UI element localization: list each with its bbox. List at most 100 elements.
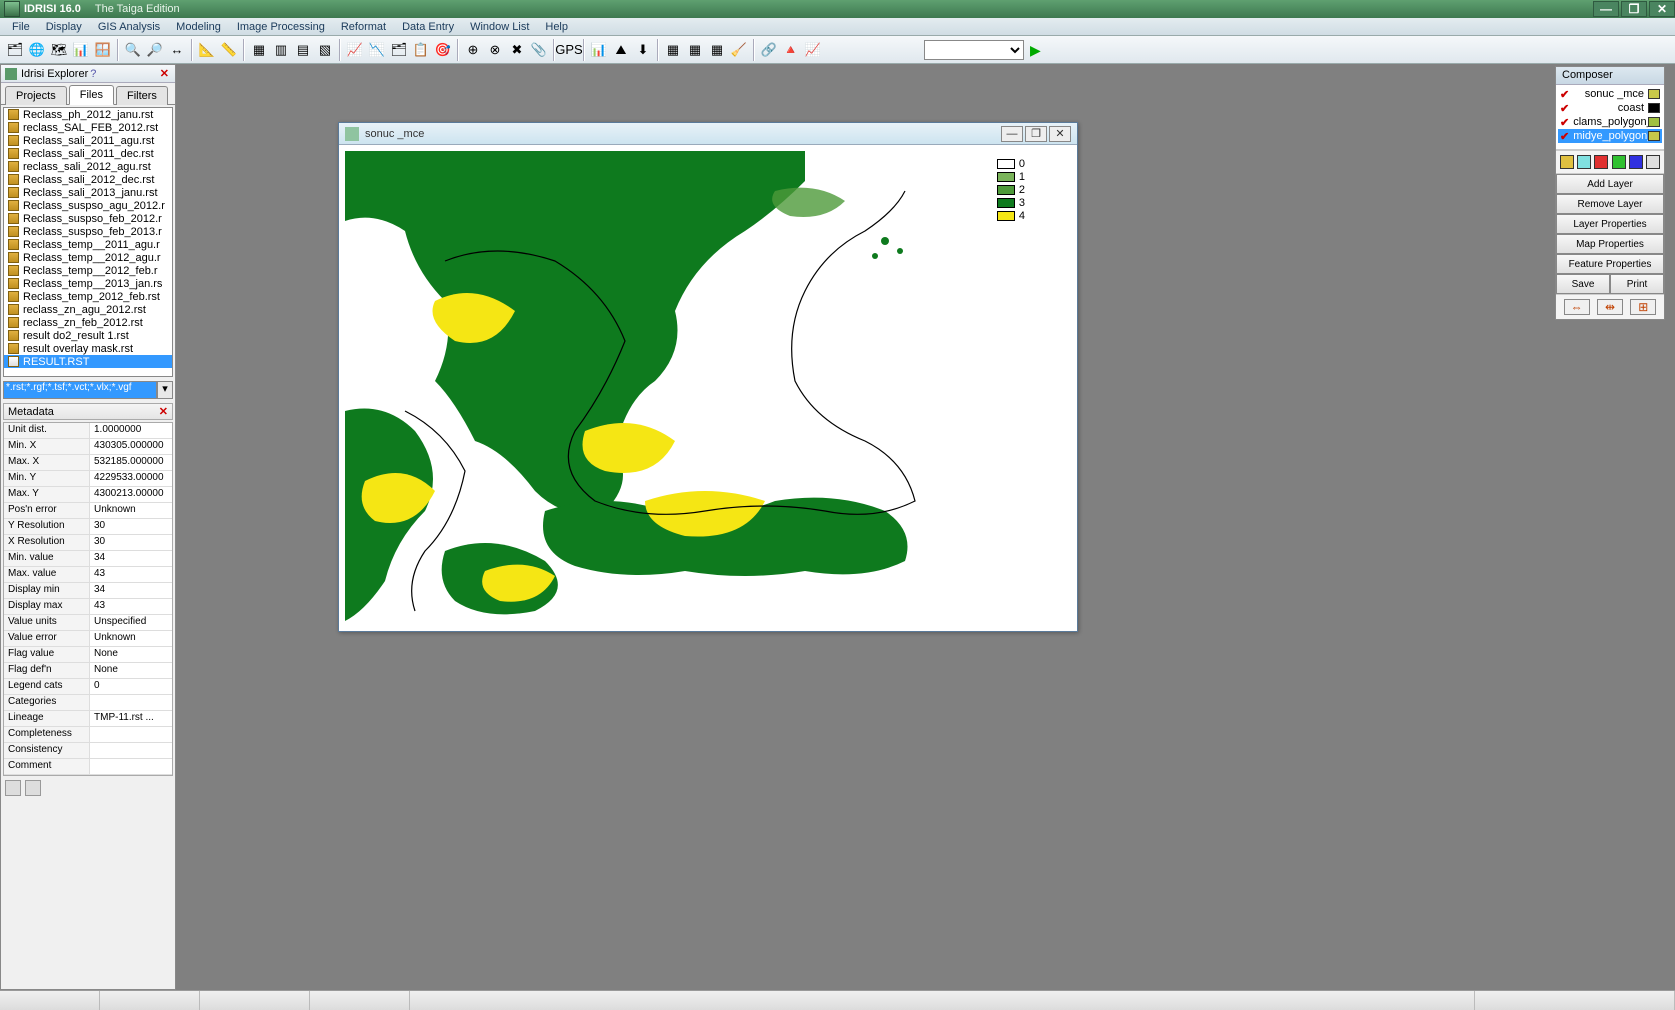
file-item[interactable]: RESULT.RST [4, 355, 172, 368]
layer-swatch[interactable] [1648, 131, 1660, 141]
toolbar-button-8[interactable]: ↔ [166, 39, 188, 61]
feature-properties-button[interactable]: Feature Properties [1556, 254, 1664, 274]
file-filter-dropdown-icon[interactable]: ▾ [157, 381, 173, 399]
layer-row[interactable]: ✔clams_polygon_utm [1558, 115, 1662, 129]
toolbar-button-0[interactable]: 🗂 [4, 39, 26, 61]
toolbar-button-25[interactable]: ⊗ [484, 39, 506, 61]
menu-gis-analysis[interactable]: GIS Analysis [90, 19, 168, 35]
file-item[interactable]: Reclass_ph_2012_janu.rst [4, 108, 172, 121]
toolbar-button-13[interactable]: ▦ [248, 39, 270, 61]
toolbar-button-32[interactable]: ⛰ [610, 39, 632, 61]
composer-arrow-right[interactable]: ⊞ [1630, 299, 1656, 315]
file-item[interactable]: Reclass_suspso_feb_2012.r [4, 212, 172, 225]
file-item[interactable]: Reclass_temp__2012_agu.r [4, 251, 172, 264]
palette-swatch-3[interactable] [1612, 155, 1626, 169]
file-filter-combo[interactable]: *.rst;*.rgf;*.tsf;*.vct;*.vlx;*.vgf [3, 381, 157, 399]
menu-file[interactable]: File [4, 19, 38, 35]
layer-check-icon[interactable]: ✔ [1560, 88, 1569, 101]
toolbar-button-33[interactable]: ⬇ [632, 39, 654, 61]
metadata-close-icon[interactable]: ✕ [159, 405, 168, 418]
palette-swatch-0[interactable] [1560, 155, 1574, 169]
file-item[interactable]: result do2_result 1.rst [4, 329, 172, 342]
menu-reformat[interactable]: Reformat [333, 19, 394, 35]
toolbar-button-36[interactable]: ▦ [684, 39, 706, 61]
menu-data-entry[interactable]: Data Entry [394, 19, 462, 35]
file-item[interactable]: Reclass_temp__2013_jan.rs [4, 277, 172, 290]
file-item[interactable]: reclass_zn_agu_2012.rst [4, 303, 172, 316]
file-item[interactable]: Reclass_temp_2012_feb.rst [4, 290, 172, 303]
map-close-button[interactable]: ✕ [1049, 126, 1071, 142]
toolbar-button-40[interactable]: 🔗 [758, 39, 780, 61]
toolbar-button-38[interactable]: 🧹 [728, 39, 750, 61]
toolbar-play-icon[interactable]: ▶ [1030, 42, 1046, 58]
file-item[interactable]: reclass_zn_feb_2012.rst [4, 316, 172, 329]
layer-swatch[interactable] [1648, 103, 1660, 113]
toolbar-button-15[interactable]: ▤ [292, 39, 314, 61]
toolbar-button-42[interactable]: 📈 [802, 39, 824, 61]
toolbar-button-19[interactable]: 📉 [366, 39, 388, 61]
file-item[interactable]: Reclass_suspso_feb_2013.r [4, 225, 172, 238]
layer-row[interactable]: ✔coast [1558, 101, 1662, 115]
menu-window-list[interactable]: Window List [462, 19, 537, 35]
explorer-help-icon[interactable]: ? [88, 68, 98, 80]
layer-row[interactable]: ✔sonuc _mce [1558, 87, 1662, 101]
file-item[interactable]: Reclass_sali_2013_janu.rst [4, 186, 172, 199]
tab-filters[interactable]: Filters [116, 86, 168, 105]
toolbar-button-18[interactable]: 📈 [344, 39, 366, 61]
toolbar-button-37[interactable]: ▦ [706, 39, 728, 61]
file-item[interactable]: Reclass_sali_2011_dec.rst [4, 147, 172, 160]
palette-swatch-5[interactable] [1646, 155, 1660, 169]
toolbar-button-1[interactable]: 🌐 [26, 39, 48, 61]
map-maximize-button[interactable]: ❐ [1025, 126, 1047, 142]
toolbar-button-16[interactable]: ▧ [314, 39, 336, 61]
toolbar-button-14[interactable]: ▥ [270, 39, 292, 61]
menu-display[interactable]: Display [38, 19, 90, 35]
palette-swatch-1[interactable] [1577, 155, 1591, 169]
toolbar-button-27[interactable]: 📎 [528, 39, 550, 61]
remove-layer-button[interactable]: Remove Layer [1556, 194, 1664, 214]
map-minimize-button[interactable]: — [1001, 126, 1023, 142]
toolbar-button-41[interactable]: 🔺 [780, 39, 802, 61]
print-button[interactable]: Print [1610, 274, 1664, 294]
file-item[interactable]: reclass_SAL_FEB_2012.rst [4, 121, 172, 134]
map-canvas[interactable]: 01234 [345, 151, 1031, 627]
file-item[interactable]: result overlay mask.rst [4, 342, 172, 355]
toolbar-button-4[interactable]: 🪟 [92, 39, 114, 61]
palette-swatch-2[interactable] [1594, 155, 1608, 169]
file-list[interactable]: Reclass_ph_2012_janu.rstreclass_SAL_FEB_… [3, 107, 173, 377]
layer-check-icon[interactable]: ✔ [1560, 130, 1569, 143]
toolbar-button-26[interactable]: ✖ [506, 39, 528, 61]
file-item[interactable]: Reclass_sali_2011_agu.rst [4, 134, 172, 147]
toolbar-button-7[interactable]: 🔎 [144, 39, 166, 61]
toolbar-combo[interactable] [924, 40, 1024, 60]
file-item[interactable]: Reclass_temp__2012_feb.r [4, 264, 172, 277]
toolbar-button-6[interactable]: 🔍 [122, 39, 144, 61]
layer-check-icon[interactable]: ✔ [1560, 102, 1569, 115]
composer-arrow-left[interactable]: ⇔ [1564, 299, 1590, 315]
layer-properties-button[interactable]: Layer Properties [1556, 214, 1664, 234]
menu-modeling[interactable]: Modeling [168, 19, 229, 35]
toolbar-button-21[interactable]: 📋 [410, 39, 432, 61]
layer-swatch[interactable] [1648, 89, 1660, 99]
toolbar-button-10[interactable]: 📐 [196, 39, 218, 61]
file-item[interactable]: reclass_sali_2012_agu.rst [4, 160, 172, 173]
menu-help[interactable]: Help [537, 19, 576, 35]
layer-swatch[interactable] [1648, 117, 1660, 127]
file-item[interactable]: Reclass_sali_2012_dec.rst [4, 173, 172, 186]
close-button[interactable]: ✕ [1649, 1, 1675, 17]
toolbar-button-20[interactable]: 🗂 [388, 39, 410, 61]
tab-files[interactable]: Files [69, 85, 114, 105]
layer-row[interactable]: ✔midye_polygon_utm [1558, 129, 1662, 143]
toolbar-button-24[interactable]: ⊕ [462, 39, 484, 61]
save-button[interactable]: Save [1556, 274, 1610, 294]
toolbar-button-31[interactable]: 📊 [588, 39, 610, 61]
add-layer-button[interactable]: Add Layer [1556, 174, 1664, 194]
toolbar-button-29[interactable]: GPS [558, 39, 580, 61]
map-properties-button[interactable]: Map Properties [1556, 234, 1664, 254]
explorer-close-icon[interactable]: ✕ [158, 67, 171, 80]
palette-swatch-4[interactable] [1629, 155, 1643, 169]
file-item[interactable]: Reclass_temp__2011_agu.r [4, 238, 172, 251]
toolbar-button-11[interactable]: 📏 [218, 39, 240, 61]
toolbar-button-3[interactable]: 📊 [70, 39, 92, 61]
layer-check-icon[interactable]: ✔ [1560, 116, 1569, 129]
